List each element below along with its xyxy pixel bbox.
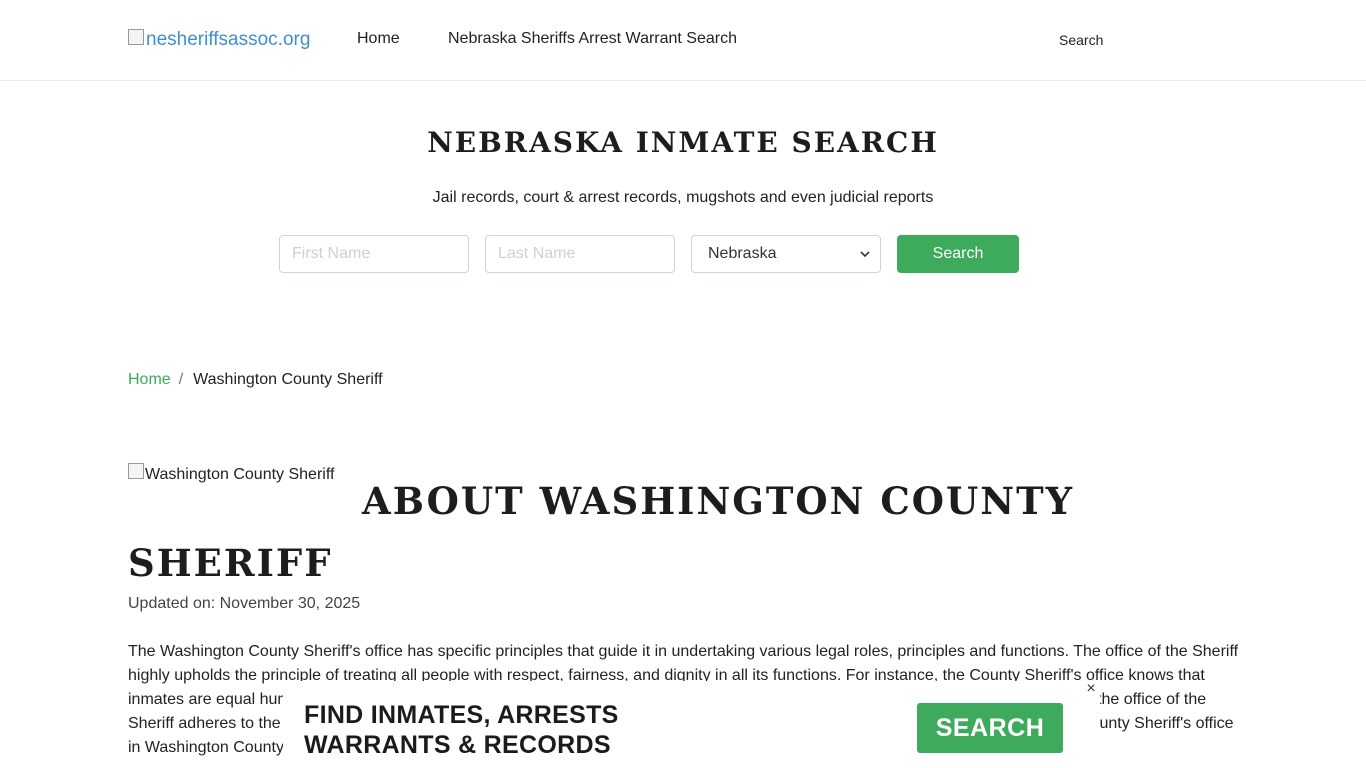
state-select-value: Nebraska	[708, 245, 777, 262]
site-header: nesheriffsassoc.org Home Nebraska Sherif…	[0, 0, 1366, 81]
site-logo[interactable]: nesheriffsassoc.org	[128, 26, 310, 54]
close-icon[interactable]: ×	[1083, 680, 1099, 697]
breadcrumb-separator: /	[178, 371, 184, 388]
breadcrumb: Home / Washington County Sheriff	[128, 371, 383, 389]
logo-alt-text: nesheriffsassoc.org	[146, 29, 311, 50]
nav-search-link[interactable]: Search	[1059, 32, 1103, 48]
first-name-input[interactable]	[279, 235, 469, 273]
banner-search-button[interactable]: SEARCH	[917, 703, 1063, 753]
banner-text: FIND INMATES, ARRESTS WARRANTS & RECORDS	[304, 701, 619, 759]
hero-subtitle: Jail records, court & arrest records, mu…	[432, 189, 934, 206]
search-button[interactable]: Search	[897, 235, 1019, 273]
updated-date: Updated on: November 30, 2025	[128, 595, 361, 612]
hero-title: NEBRASKA INMATE SEARCH	[427, 126, 939, 159]
floating-search-banner: FIND INMATES, ARRESTS WARRANTS & RECORDS…	[283, 680, 1100, 768]
nav-warrant-search-link[interactable]: Nebraska Sheriffs Arrest Warrant Search	[448, 30, 737, 48]
article-title: About Washington County Sheriff	[128, 479, 1075, 585]
chevron-down-icon	[860, 251, 870, 258]
breadcrumb-home-link[interactable]: Home	[128, 371, 171, 389]
state-select[interactable]: Nebraska	[691, 235, 881, 273]
broken-image-icon	[128, 29, 144, 45]
nav-home-link[interactable]: Home	[357, 30, 400, 48]
breadcrumb-current: Washington County Sheriff	[193, 371, 383, 388]
last-name-input[interactable]	[485, 235, 675, 273]
